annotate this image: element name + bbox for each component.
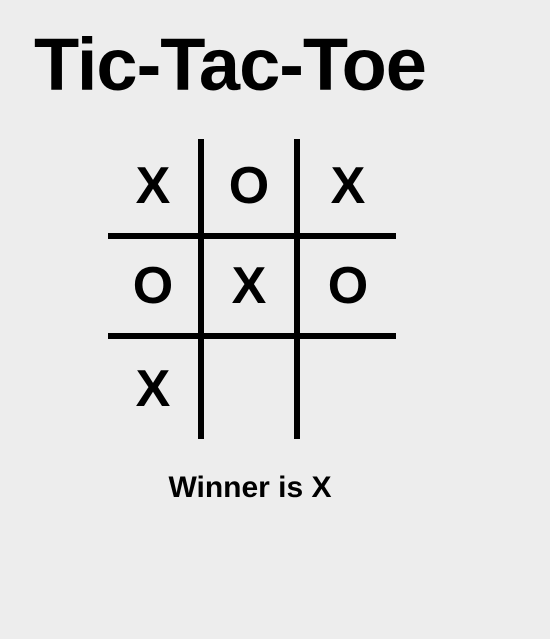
cell-4[interactable]: X [204,239,300,339]
cell-5[interactable]: O [300,239,396,339]
cell-3[interactable]: O [108,239,204,339]
cell-0[interactable]: X [108,139,204,239]
cell-2[interactable]: X [300,139,396,239]
cell-8[interactable] [300,339,396,439]
game-status: Winner is X [0,471,550,505]
cell-1[interactable]: O [204,139,300,239]
cell-7[interactable] [204,339,300,439]
game-board: X O X O X O X [108,139,550,439]
cell-6[interactable]: X [108,339,204,439]
game-title: Tic-Tac-Toe [0,0,550,107]
